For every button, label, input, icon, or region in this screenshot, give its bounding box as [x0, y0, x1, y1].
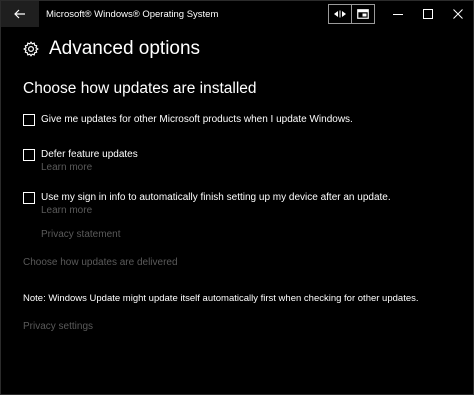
option-label: Defer feature updates — [41, 149, 138, 160]
checkbox-other-products[interactable] — [23, 114, 35, 126]
minimize-button[interactable] — [383, 1, 413, 27]
close-icon — [453, 9, 463, 19]
back-arrow-icon — [14, 9, 25, 19]
privacy-settings-link[interactable]: Privacy settings — [23, 321, 93, 332]
learn-more-link-sign-in[interactable]: Learn more — [41, 205, 92, 216]
page-title: Advanced options — [49, 38, 201, 59]
section-title: Choose how updates are installed — [23, 80, 257, 97]
delivery-options-link[interactable]: Choose how updates are delivered — [23, 257, 178, 268]
option-label: Give me updates for other Microsoft prod… — [41, 114, 353, 125]
gear-icon — [23, 41, 39, 57]
option-label: Use my sign in info to automatically fin… — [41, 192, 391, 203]
maximize-button[interactable] — [413, 1, 443, 27]
minimize-icon — [393, 14, 403, 15]
page-header: Advanced options — [23, 38, 200, 60]
title-bar-tools — [328, 4, 375, 24]
option-sign-in-info[interactable]: Use my sign in info to automatically fin… — [23, 191, 391, 205]
checkbox-defer-feature-updates[interactable] — [23, 149, 35, 161]
update-note: Note: Windows Update might update itself… — [23, 293, 419, 304]
checkbox-sign-in-info[interactable] — [23, 192, 35, 204]
window-layout-icon — [357, 9, 369, 19]
close-button[interactable] — [443, 1, 473, 27]
window-title: Microsoft® Windows® Operating System — [46, 8, 219, 20]
window-tool-button[interactable] — [351, 5, 374, 23]
back-button[interactable] — [1, 1, 39, 27]
resize-arrows-icon — [334, 10, 346, 18]
privacy-statement-link[interactable]: Privacy statement — [41, 229, 120, 240]
maximize-icon — [423, 9, 433, 19]
option-defer-feature-updates[interactable]: Defer feature updates — [23, 148, 138, 162]
settings-window: Microsoft® Windows® Operating System Adv… — [0, 0, 474, 395]
title-bar: Microsoft® Windows® Operating System — [1, 1, 473, 27]
learn-more-link-defer[interactable]: Learn more — [41, 162, 92, 173]
option-other-products[interactable]: Give me updates for other Microsoft prod… — [23, 113, 353, 127]
snap-tool-button[interactable] — [329, 5, 351, 23]
